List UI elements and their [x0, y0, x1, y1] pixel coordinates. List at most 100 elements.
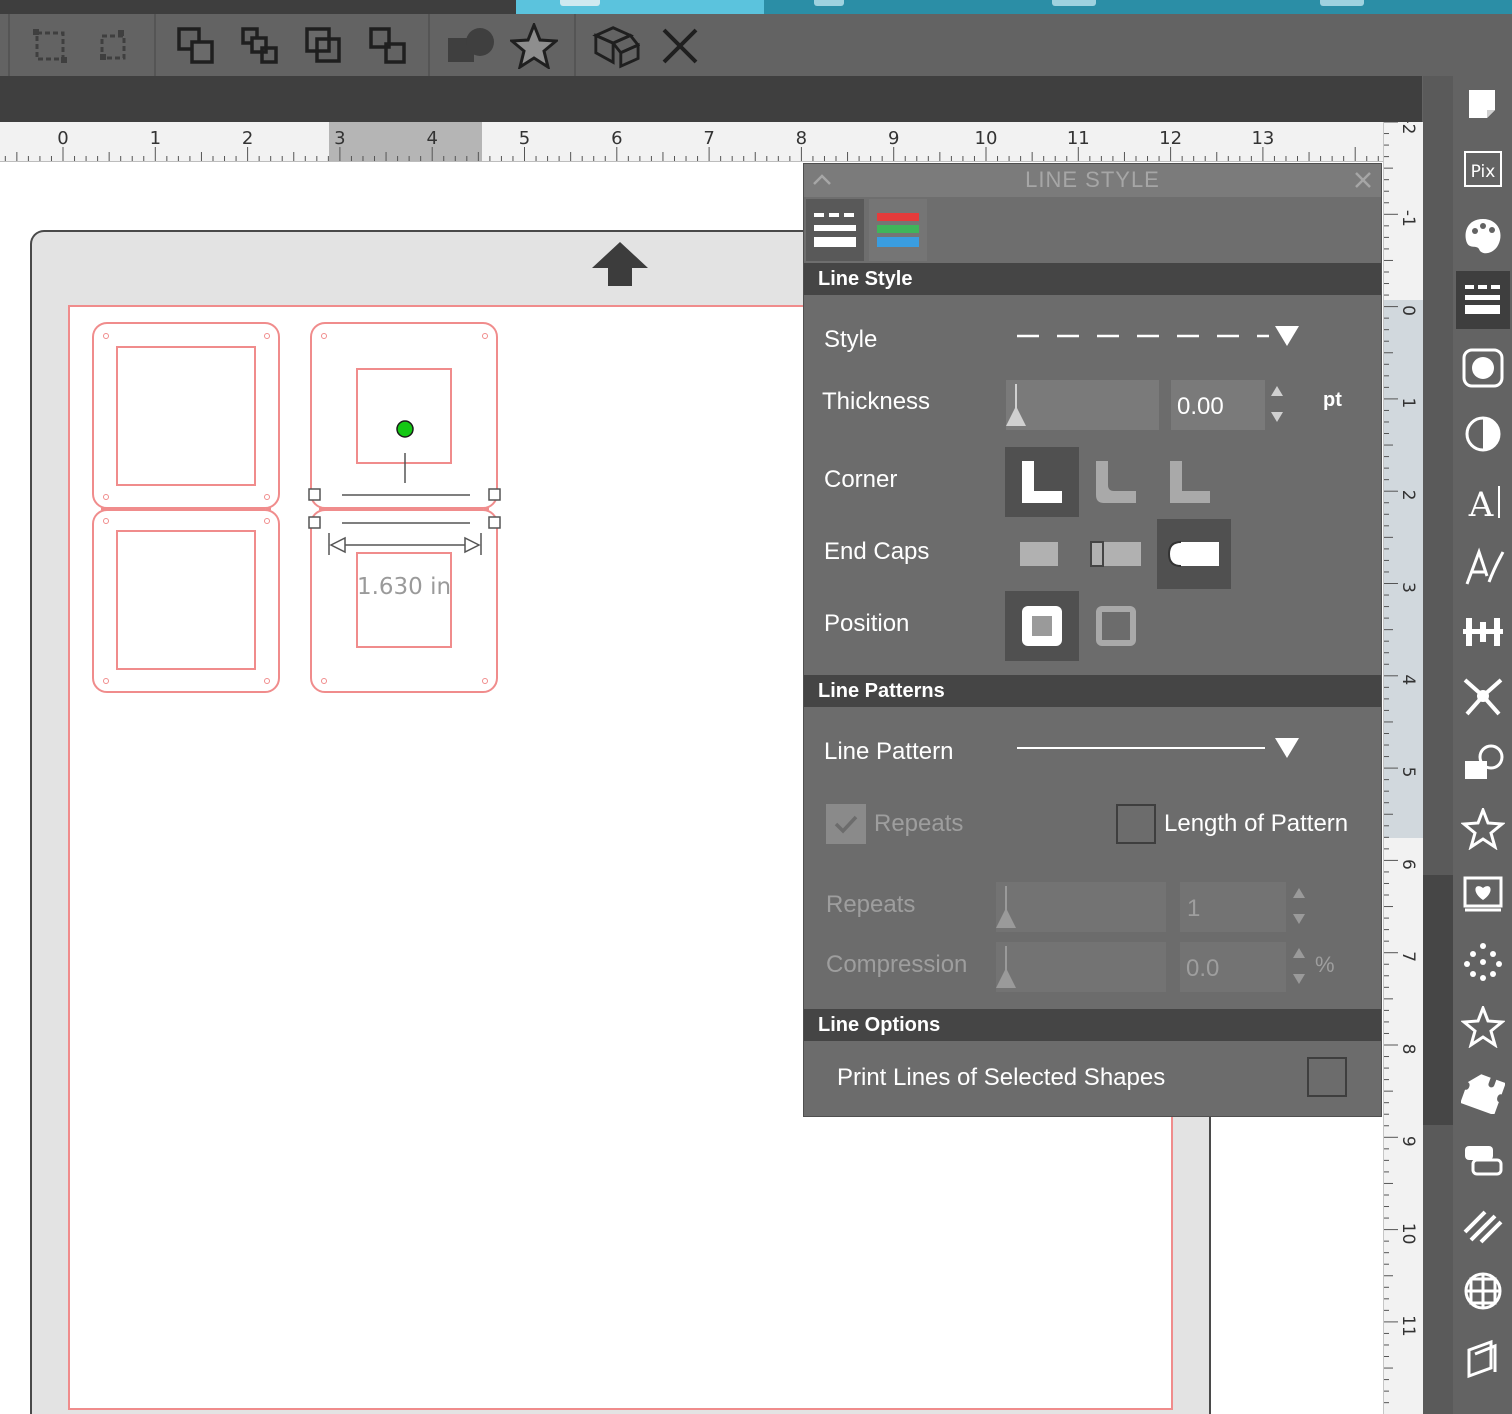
- compression-spinner[interactable]: [1292, 946, 1306, 986]
- ruler-label: 4: [1398, 674, 1418, 685]
- end-caps-label: End Caps: [824, 538, 930, 565]
- line-style-panel: LINE STYLE Line Style Style Thickness 0.…: [803, 163, 1382, 1117]
- end-cap-butt-option[interactable]: [1001, 519, 1075, 589]
- fill-pattern-icon[interactable]: [1456, 339, 1510, 397]
- style-label: Style: [824, 326, 878, 353]
- tab-line-style[interactable]: [806, 199, 864, 261]
- replicate-icon[interactable]: [1456, 668, 1510, 726]
- shape-card-3[interactable]: [310, 322, 498, 509]
- line-pattern-label: Line Pattern: [824, 738, 954, 765]
- panel-close-icon[interactable]: [1351, 168, 1375, 196]
- print-lines-label: Print Lines of Selected Shapes: [837, 1064, 1166, 1091]
- thickness-unit: pt: [1323, 389, 1342, 411]
- chevron-down-icon: [1275, 738, 1299, 758]
- style-dropdown[interactable]: [1007, 318, 1307, 360]
- puzzle-icon[interactable]: [1456, 1064, 1510, 1122]
- ruler-label: -1: [1398, 210, 1418, 227]
- checkmark-icon: [834, 815, 858, 834]
- ruler-label: -2: [1398, 122, 1418, 134]
- text-style-icon[interactable]: A: [1456, 472, 1510, 530]
- cut-settings-icon[interactable]: [1456, 1262, 1510, 1320]
- ruler-label: 6: [611, 128, 622, 149]
- repeats-spinner[interactable]: [1292, 886, 1306, 926]
- end-cap-square-option[interactable]: [1079, 519, 1153, 589]
- app-window: 1.630 in 0 1 2 3 4 5 6 7 8 9 10 11 12 13 -2 -1 0 1 2 3 4 5 6 7…: [0, 0, 1512, 1414]
- star-offset-icon[interactable]: [1456, 800, 1510, 858]
- ruler-label: 9: [1398, 1136, 1418, 1147]
- ruler-label: 3: [1398, 582, 1418, 593]
- ruler-label: 5: [1398, 767, 1418, 778]
- selection-box[interactable]: [308, 420, 501, 555]
- ruler-label: 1: [1398, 397, 1418, 408]
- length-of-pattern-checkbox[interactable]: [1116, 804, 1156, 844]
- sketch-icon[interactable]: [1456, 538, 1510, 596]
- ruler-label: 4: [426, 128, 437, 149]
- slider-handle-icon: [1006, 384, 1026, 426]
- end-cap-square-icon: [1090, 541, 1141, 567]
- position-inside-option[interactable]: [1005, 591, 1079, 661]
- modify-icon[interactable]: [1456, 735, 1510, 793]
- trace-icon[interactable]: [1456, 932, 1510, 990]
- pixscan-icon[interactable]: Pix: [1456, 140, 1510, 198]
- line-pattern-dropdown[interactable]: [1007, 730, 1307, 772]
- end-cap-butt-icon: [1020, 542, 1058, 566]
- shape-card-1[interactable]: [92, 322, 280, 509]
- texture-icon[interactable]: [1456, 1196, 1510, 1254]
- repeats-checkbox[interactable]: [826, 804, 866, 844]
- line-color-tab-icon: [877, 213, 919, 247]
- favorite-star-icon[interactable]: [1456, 998, 1510, 1056]
- compression-value: 0.0: [1186, 955, 1220, 982]
- ruler-label: 12: [1159, 128, 1182, 149]
- thickness-value: 0.00: [1177, 393, 1224, 420]
- compression-slider[interactable]: [996, 942, 1166, 992]
- ruler-label: 13: [1251, 128, 1274, 149]
- repeats-checkbox-label: Repeats: [874, 810, 964, 837]
- ruler-label: 11: [1398, 1315, 1418, 1337]
- ruler-label: 2: [242, 128, 253, 149]
- vertical-scrollbar[interactable]: [1423, 76, 1453, 1414]
- print-lines-checkbox[interactable]: [1307, 1057, 1347, 1097]
- ruler-label: 7: [1398, 951, 1418, 962]
- line-style-tab-icon: [814, 213, 856, 247]
- dimension-label: 1.630 in: [357, 574, 451, 600]
- fill-color-icon[interactable]: [1456, 207, 1510, 265]
- library-icon[interactable]: [1456, 1330, 1510, 1388]
- corner-bevel-option[interactable]: [1153, 447, 1227, 517]
- position-outside-option[interactable]: [1079, 591, 1153, 661]
- align-icon[interactable]: [1456, 602, 1510, 660]
- ruler-label: 1: [150, 128, 161, 149]
- thickness-spinner[interactable]: [1270, 384, 1284, 424]
- repeats-value: 1: [1187, 895, 1201, 922]
- end-cap-round-option[interactable]: [1157, 519, 1231, 589]
- corner-round-option[interactable]: [1079, 447, 1153, 517]
- ruler-label: 0: [57, 128, 68, 149]
- thickness-label: Thickness: [822, 388, 931, 415]
- panel-title-bar[interactable]: LINE STYLE: [804, 164, 1381, 197]
- corner-sharp-icon: [1022, 461, 1062, 503]
- rotation-handle: [396, 420, 414, 438]
- ruler-label: 9: [888, 128, 899, 149]
- chevron-down-icon: [1275, 326, 1299, 346]
- horizontal-ruler-ticks: 0 1 2 3 4 5 6 7 8 9 10 11 12 13: [4, 128, 1379, 161]
- ruler-label: 8: [1398, 1044, 1418, 1055]
- corner-sharp-option[interactable]: [1005, 447, 1079, 517]
- corner-bevel-icon: [1170, 461, 1210, 503]
- tab-line-color[interactable]: [869, 199, 927, 261]
- slider-handle-icon: [996, 886, 1016, 928]
- ruler-label: 7: [703, 128, 714, 149]
- repeats-slider[interactable]: [996, 882, 1166, 932]
- line-style-icon[interactable]: [1456, 271, 1510, 329]
- thickness-slider[interactable]: [1006, 380, 1159, 430]
- slider-handle-icon: [996, 946, 1016, 988]
- scrollbar-thumb[interactable]: [1423, 875, 1453, 1125]
- ruler-label: 8: [796, 128, 807, 149]
- compression-label: Compression: [826, 951, 968, 978]
- shape-card-4[interactable]: [310, 509, 498, 693]
- svg-text:A: A: [1468, 485, 1494, 522]
- corner-round-icon: [1096, 461, 1136, 503]
- page-setup-icon[interactable]: [1456, 76, 1510, 134]
- nest-icon[interactable]: [1456, 1130, 1510, 1188]
- transparency-icon[interactable]: [1456, 405, 1510, 463]
- image-effects-icon[interactable]: [1456, 866, 1510, 924]
- shape-card-2[interactable]: [92, 509, 280, 693]
